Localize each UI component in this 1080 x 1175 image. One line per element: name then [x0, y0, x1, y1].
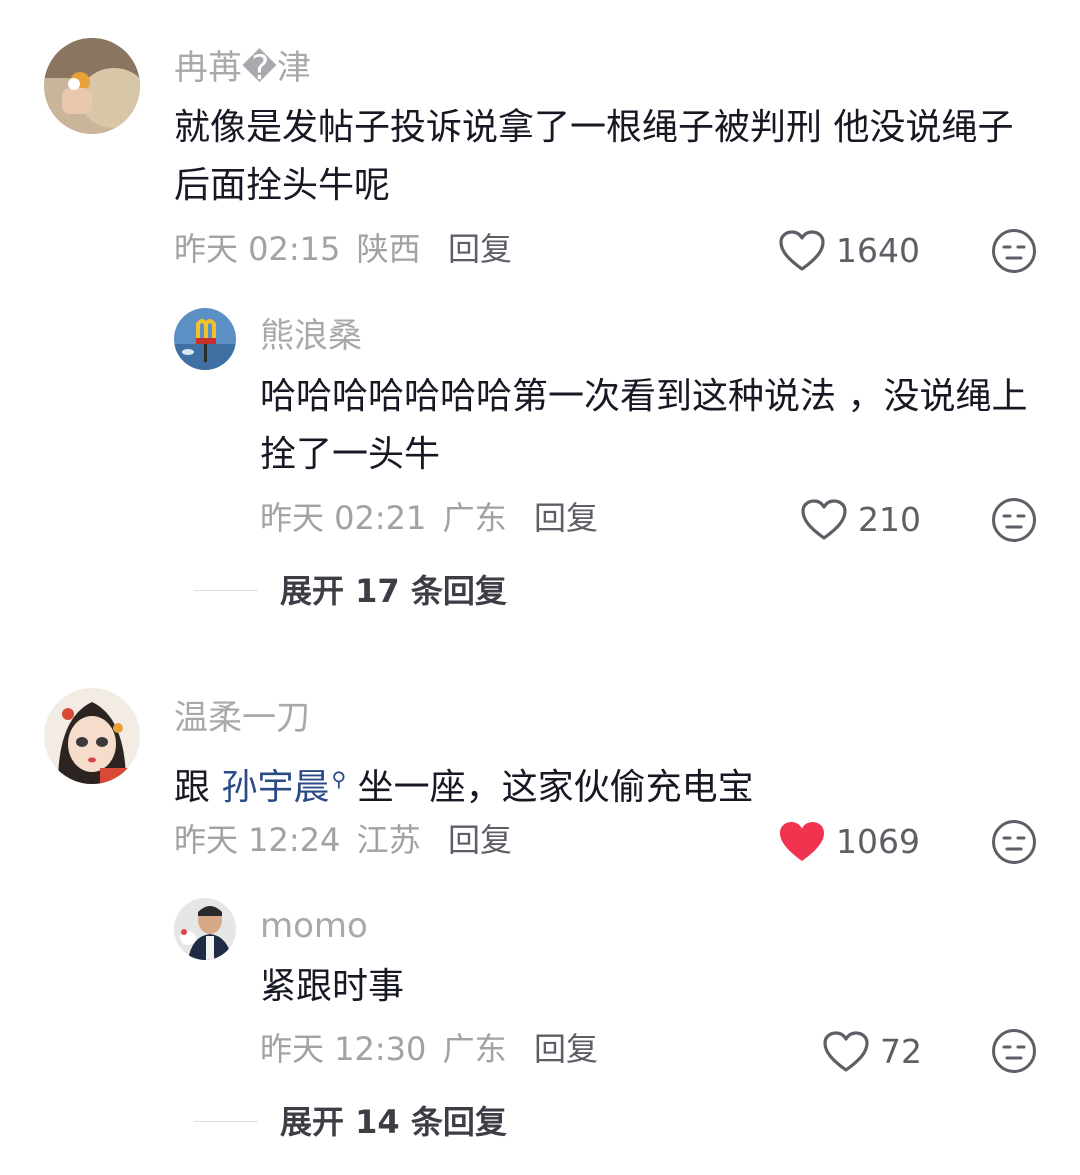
reply-time: 昨天 02:21 广东	[260, 498, 507, 538]
avatar[interactable]	[44, 38, 140, 134]
dislike-button[interactable]	[990, 818, 1038, 870]
like-count: 72	[880, 1032, 922, 1071]
reply-time: 昨天 12:30 广东	[260, 1029, 507, 1069]
expand-replies-button[interactable]: 展开 14 条回复	[280, 1102, 507, 1142]
comment-location: 陕西	[356, 230, 421, 268]
dislike-button[interactable]	[990, 1027, 1038, 1079]
avatar[interactable]	[174, 308, 236, 370]
dislike-button[interactable]	[990, 227, 1038, 279]
like-count: 1640	[836, 231, 920, 270]
heart-outline-icon	[801, 499, 847, 540]
reply-text: 紧跟时事	[260, 966, 405, 1007]
mention-link[interactable]: 孙宇晨 ⚲	[221, 767, 346, 808]
comment-text: 跟 孙宇晨 ⚲ 坐一座，这家伙偷充电宝	[174, 750, 1024, 817]
comment-timestamp: 昨天 02:15	[174, 230, 341, 268]
reply-location: 广东	[442, 499, 507, 537]
reply-button[interactable]: 回复	[448, 229, 512, 269]
dislike-button[interactable]	[990, 496, 1038, 548]
like-count: 210	[858, 500, 921, 539]
comment-text-suffix: 坐一座，这家伙偷充电宝	[357, 767, 754, 808]
reply-button[interactable]: 回复	[448, 820, 512, 860]
expand-replies-button[interactable]: 展开 17 条回复	[280, 571, 507, 611]
reply-button[interactable]: 回复	[534, 1029, 598, 1069]
reply-username[interactable]: momo	[260, 906, 368, 946]
reply-location: 广东	[442, 1030, 507, 1068]
comment-time: 昨天 02:15 陕西	[174, 229, 421, 269]
comment-timestamp: 昨天 12:24	[174, 821, 341, 859]
reply-button[interactable]: 回复	[534, 498, 598, 538]
avatar[interactable]	[44, 688, 140, 784]
like-button[interactable]: 210	[800, 495, 921, 545]
comment-text-prefix: 跟	[174, 767, 211, 808]
like-button[interactable]: 1640	[778, 226, 920, 276]
comment-time: 昨天 12:24 江苏	[174, 820, 421, 860]
heart-outline-icon	[823, 1031, 869, 1072]
reply-text: 哈哈哈哈哈哈哈第一次看到这种说法 ，没说绳上拴了一头牛	[260, 376, 1028, 475]
like-count: 1069	[836, 822, 920, 861]
heart-outline-icon	[779, 230, 825, 271]
reply-username[interactable]: 熊浪桑	[260, 316, 362, 356]
avatar[interactable]	[174, 898, 236, 960]
dislike-face-icon	[992, 1029, 1036, 1073]
expand-divider	[194, 590, 258, 591]
like-button[interactable]: 1069	[778, 817, 920, 867]
reply-timestamp: 昨天 02:21	[260, 499, 427, 537]
dislike-face-icon	[992, 498, 1036, 542]
dislike-face-icon	[992, 820, 1036, 864]
dislike-face-icon	[992, 229, 1036, 273]
search-icon: ⚲	[331, 767, 347, 791]
mention-name: 孙宇晨	[221, 767, 330, 808]
like-button[interactable]: 72	[822, 1027, 922, 1077]
comment-username[interactable]: 冉苒�津	[174, 48, 311, 88]
comment-username[interactable]: 温柔一刀	[174, 698, 310, 738]
comment-location: 江苏	[356, 821, 421, 859]
expand-divider	[194, 1121, 258, 1122]
heart-filled-icon	[780, 822, 824, 861]
comment-text: 就像是发帖子投诉说拿了一根绳子被判刑 他没说绳子后面拴头牛呢	[174, 107, 1014, 206]
reply-timestamp: 昨天 12:30	[260, 1030, 427, 1068]
